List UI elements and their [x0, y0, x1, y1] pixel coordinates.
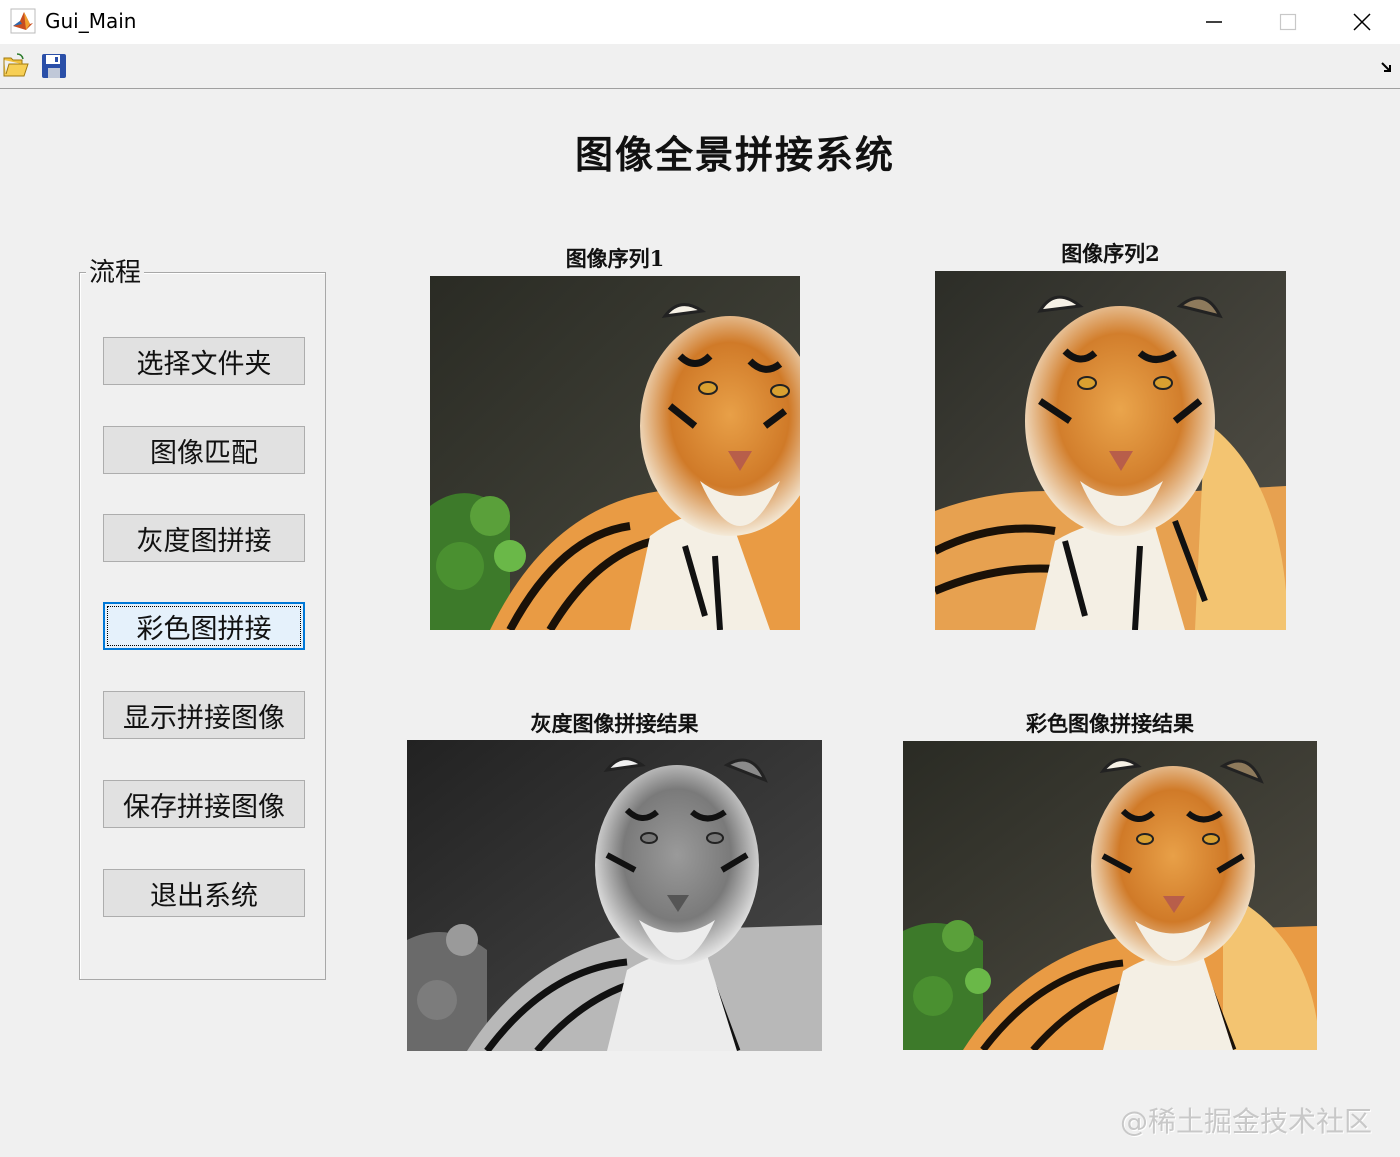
- process-panel-legend: 流程: [86, 257, 145, 289]
- maximize-icon: [1279, 13, 1297, 31]
- matlab-icon: [10, 8, 36, 34]
- save-stitched-button[interactable]: 保存拼接图像: [103, 780, 305, 828]
- arrow-down-right-icon: [1381, 62, 1391, 72]
- color-result-caption: 彩色图像拼接结果: [1026, 711, 1194, 736]
- select-folder-button[interactable]: 选择文件夹: [103, 337, 305, 385]
- title-bar: Gui_Main: [0, 0, 1400, 44]
- color-result-axes: [903, 741, 1317, 1050]
- minimize-icon: [1206, 21, 1222, 23]
- gray-result-axes: [407, 740, 822, 1051]
- save-disk-icon: [42, 54, 66, 78]
- show-stitched-button[interactable]: 显示拼接图像: [103, 691, 305, 739]
- save-button[interactable]: [40, 52, 68, 80]
- toolbar-expand-button[interactable]: [1380, 60, 1394, 74]
- image-seq2-axes: [935, 271, 1286, 630]
- tiger-image: [903, 741, 1317, 1050]
- color-stitch-button[interactable]: 彩色图拼接: [103, 602, 305, 650]
- image-seq2-caption: 图像序列2: [1061, 241, 1160, 266]
- image-seq1-axes: [430, 276, 800, 630]
- open-file-button[interactable]: [2, 52, 30, 80]
- toolbar: [0, 44, 1400, 89]
- open-folder-icon: [3, 53, 29, 77]
- page-title: 图像全景拼接系统: [574, 132, 895, 177]
- grayscale-stitch-button[interactable]: 灰度图拼接: [103, 514, 305, 562]
- main-window: Gui_Main 图像全景拼接系统 流程 选择文件夹 图像匹配 灰度图拼接 彩色…: [0, 0, 1400, 1157]
- gray-result-caption: 灰度图像拼接结果: [530, 711, 699, 736]
- window-title: Gui_Main: [45, 9, 137, 33]
- tiger-image: [430, 276, 800, 630]
- minimize-button[interactable]: [1178, 0, 1250, 44]
- tiger-grayscale-image: [407, 740, 822, 1051]
- close-button[interactable]: [1326, 0, 1398, 44]
- image-match-button[interactable]: 图像匹配: [103, 426, 305, 474]
- watermark: @稀土掘金技术社区: [1119, 1105, 1372, 1138]
- tiger-image: [935, 271, 1286, 630]
- maximize-button[interactable]: [1252, 0, 1324, 44]
- close-icon: [1353, 13, 1371, 31]
- exit-system-button[interactable]: 退出系统: [103, 869, 305, 917]
- image-seq1-caption: 图像序列1: [565, 246, 665, 271]
